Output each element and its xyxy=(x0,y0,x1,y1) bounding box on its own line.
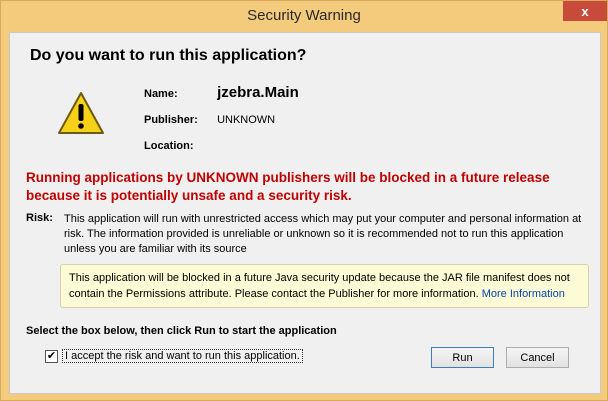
window-title: Security Warning xyxy=(247,7,361,24)
risk-label: Risk: xyxy=(26,212,53,224)
name-label: Name: xyxy=(144,88,178,100)
warning-triangle-icon xyxy=(58,92,104,134)
instruction-text: Select the box below, then click Run to … xyxy=(26,325,337,337)
security-warning-window: Security Warning x Do you want to run th… xyxy=(0,0,608,401)
accept-risk-checkbox[interactable]: ✔ xyxy=(45,350,58,363)
more-information-link[interactable]: More Information xyxy=(482,288,565,300)
close-button[interactable]: x xyxy=(563,1,607,21)
name-value: jzebra.Main xyxy=(217,84,299,101)
title-bar: Security Warning x xyxy=(1,1,607,32)
permissions-notice: This application will be blocked in a fu… xyxy=(60,264,589,308)
checkmark-icon: ✔ xyxy=(46,350,57,362)
location-label: Location: xyxy=(144,140,194,152)
run-button[interactable]: Run xyxy=(431,347,494,368)
cancel-button[interactable]: Cancel xyxy=(506,347,569,368)
risk-description: This application will run with unrestric… xyxy=(64,213,582,255)
accept-risk-label[interactable]: I accept the risk and want to run this a… xyxy=(62,349,303,363)
publisher-row: Publisher: UNKNOWN xyxy=(144,114,275,126)
blocked-alert-text: Running applications by UNKNOWN publishe… xyxy=(26,170,550,203)
dialog-heading: Do you want to run this application? xyxy=(30,47,307,64)
dialog-panel: Do you want to run this application? Nam… xyxy=(9,32,601,394)
publisher-label: Publisher: xyxy=(144,114,198,126)
name-row: Name: jzebra.Main xyxy=(144,84,299,101)
location-row: Location: xyxy=(144,140,214,152)
publisher-value: UNKNOWN xyxy=(217,114,276,126)
close-icon: x xyxy=(581,3,589,19)
